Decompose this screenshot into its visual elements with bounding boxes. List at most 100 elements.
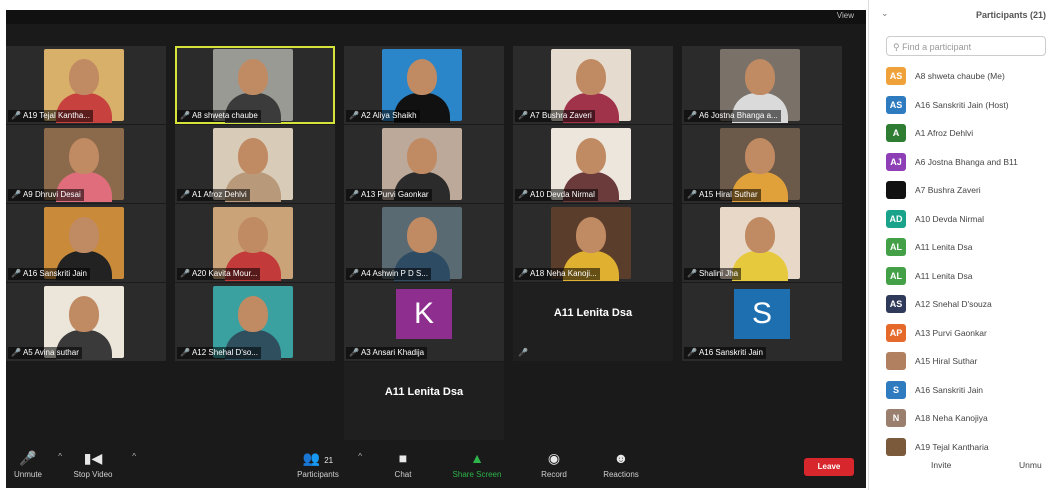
tile-name-label: 🎤 A4 Ashwin P D S...: [346, 268, 431, 280]
participant-row[interactable]: AP A13 Purvi Gaonkar: [886, 321, 1049, 350]
video-tile[interactable]: 🎤 A7 Bushra Zaveri: [513, 46, 673, 124]
video-tile[interactable]: 🎤 A13 Purvi Gaonkar: [344, 125, 504, 203]
stop-video-button[interactable]: ▮◀ Stop Video ^: [64, 450, 137, 479]
participant-avatar: AL: [886, 266, 906, 285]
participant-row[interactable]: A15 Hiral Suthar: [886, 349, 1049, 378]
participant-name: A8 shweta chaube (Me): [915, 71, 1005, 81]
participant-list: AS A8 shweta chaube (Me) AS A16 Sanskriti J…: [886, 64, 1049, 463]
participant-row[interactable]: AS A8 shweta chaube (Me): [886, 64, 1049, 93]
person-head: [576, 138, 606, 174]
muted-mic-icon: 🎤: [11, 348, 21, 357]
participants-count: 21: [324, 456, 334, 465]
video-tile[interactable]: 🎤 A18 Neha Kanoji...: [513, 204, 673, 282]
participant-name: A1 Afroz Dehlvi: [915, 128, 974, 138]
tile-name-label: 🎤 A18 Neha Kanoji...: [515, 268, 600, 280]
video-tile[interactable]: 🎤 A20 Kavita Mour...: [175, 204, 335, 282]
participants-button[interactable]: 👥 21 Participants ^: [288, 450, 362, 479]
participant-row[interactable]: N A18 Neha Kanojiya: [886, 406, 1049, 435]
participant-name: A11 Lenita Dsa: [384, 386, 464, 398]
video-tile[interactable]: 🎤 Shalini Jha: [682, 204, 842, 282]
person-head: [576, 217, 606, 253]
participant-avatar: S: [886, 380, 906, 399]
tile-name-label: 🎤 A16 Sanskriti Jain: [684, 347, 766, 359]
video-tile[interactable]: 🎤 A9 Dhruvi Desai: [6, 125, 166, 203]
mute-all-button[interactable]: Unmu: [1019, 460, 1042, 470]
person-head: [238, 59, 268, 95]
chat-button[interactable]: ■ Chat: [388, 450, 418, 479]
avatar: K: [396, 289, 452, 339]
tile-name-label: 🎤 A1 Afroz Dehlvi: [177, 189, 250, 201]
participant-name: A7 Bushra Zaveri: [529, 111, 592, 120]
tile-name-label: 🎤 A5 Avina suthar: [8, 347, 82, 359]
participant-name: A4 Ashwin P D S...: [360, 269, 428, 278]
video-tile[interactable]: 🎤 A4 Ashwin P D S...: [344, 204, 504, 282]
video-tile[interactable]: 🎤 A15 Hiral Suthar: [682, 125, 842, 203]
unmute-button[interactable]: 🎤 Unmute ^: [8, 450, 62, 479]
video-tile[interactable]: 🎤 A12 Shehal D'so...: [175, 283, 335, 361]
participant-name: A12 Snehal D'souza: [915, 299, 992, 309]
participant-row[interactable]: A A1 Afroz Dehlvi: [886, 121, 1049, 150]
participant-name: A6 Jostna Bhanga a...: [698, 111, 778, 120]
participant-row[interactable]: A7 Bushra Zaveri: [886, 178, 1049, 207]
view-button[interactable]: View: [837, 11, 854, 20]
leave-button[interactable]: Leave: [804, 458, 854, 476]
avatar: S: [734, 289, 790, 339]
invite-button[interactable]: Invite: [931, 460, 951, 470]
video-tile[interactable]: 🎤 A2 Aliya Shaikh: [344, 46, 504, 124]
muted-mic-icon: 🎤: [687, 269, 697, 278]
tile-name-label: 🎤 A8 shweta chaube: [177, 110, 261, 122]
video-tile[interactable]: 🎤 A1 Afroz Dehlvi: [175, 125, 335, 203]
muted-mic-icon: 🎤: [349, 269, 359, 278]
caret-up-icon[interactable]: ^: [132, 452, 136, 461]
participant-name: A8 shweta chaube: [191, 111, 258, 120]
participant-row[interactable]: AD A10 Devda Nirmal: [886, 207, 1049, 236]
person-head: [69, 217, 99, 253]
reactions-button[interactable]: ☻ Reactions: [596, 450, 646, 479]
participant-name: A18 Neha Kanoji...: [529, 269, 597, 278]
participant-name: A11 Lenita Dsa: [915, 242, 973, 252]
person-head: [238, 138, 268, 174]
video-tile[interactable]: 🎤 A16 Sanskriti Jain: [6, 204, 166, 282]
participant-avatar: AL: [886, 238, 906, 256]
participant-name: Shalini Jha: [698, 269, 739, 278]
video-tile[interactable]: A11 Lenita Dsa: [344, 362, 504, 440]
caret-up-icon[interactable]: ^: [358, 452, 362, 461]
participant-search-input[interactable]: ⚲ Find a participant: [886, 36, 1046, 56]
participant-row[interactable]: AS A16 Sanskriti Jain (Host): [886, 93, 1049, 122]
video-tile[interactable]: 🎤 A8 shweta chaube: [175, 46, 335, 124]
muted-mic-icon: 🎤: [349, 111, 359, 120]
muted-mic-icon: 🎤: [687, 348, 697, 357]
person-head: [745, 217, 775, 253]
video-tile[interactable]: 🎤 A5 Avina suthar: [6, 283, 166, 361]
participant-row[interactable]: AL A11 Lenita Dsa: [886, 235, 1049, 264]
muted-mic-icon: 🎤: [687, 190, 697, 199]
tile-name-label: 🎤 A20 Kavita Mour...: [177, 268, 261, 280]
participant-row[interactable]: AS A12 Snehal D'souza: [886, 292, 1049, 321]
meeting-window: View 🎤 A19 Tejal Kantha... 🎤 A8 shweta chau…: [6, 10, 866, 488]
video-tile[interactable]: K 🎤 A3 Ansari Khadija: [344, 283, 504, 361]
tile-name-label: 🎤 A7 Bushra Zaveri: [515, 110, 595, 122]
participant-name: A5 Avina suthar: [22, 348, 79, 357]
share-screen-button[interactable]: ▲ Share Screen: [446, 450, 508, 479]
muted-mic-icon: 🎤: [518, 111, 528, 120]
participant-row[interactable]: AL A11 Lenita Dsa: [886, 264, 1049, 293]
video-tile[interactable]: 🎤 A19 Tejal Kantha...: [6, 46, 166, 124]
participant-name: A15 Hiral Suthar: [915, 356, 978, 366]
video-tile[interactable]: S 🎤 A16 Sanskriti Jain: [682, 283, 842, 361]
participant-row[interactable]: AJ A6 Jostna Bhanga and B11: [886, 150, 1049, 179]
participant-avatar: AD: [886, 209, 906, 228]
video-tile[interactable]: 🎤 A6 Jostna Bhanga a...: [682, 46, 842, 124]
tile-name-label: 🎤 A2 Aliya Shaikh: [346, 110, 420, 122]
participant-row[interactable]: S A16 Sanskriti Jain: [886, 378, 1049, 407]
video-tile[interactable]: A11 Lenita Dsa 🎤: [513, 283, 673, 361]
tile-name-label: 🎤 A16 Sanskriti Jain: [8, 268, 90, 280]
participant-name: A13 Purvi Gaonkar: [915, 327, 987, 338]
participant-name: A15 Hiral Suthar: [698, 190, 758, 199]
muted-mic-icon: 🎤: [518, 190, 528, 199]
smiley-icon: ☻: [613, 450, 629, 466]
participant-avatar: AS: [886, 67, 906, 85]
video-tile[interactable]: 🎤 A10 Devda Nirmal: [513, 125, 673, 203]
record-button[interactable]: ◉ Record: [534, 450, 574, 479]
participant-avatar: A: [886, 124, 906, 142]
caret-up-icon[interactable]: ^: [58, 452, 62, 461]
